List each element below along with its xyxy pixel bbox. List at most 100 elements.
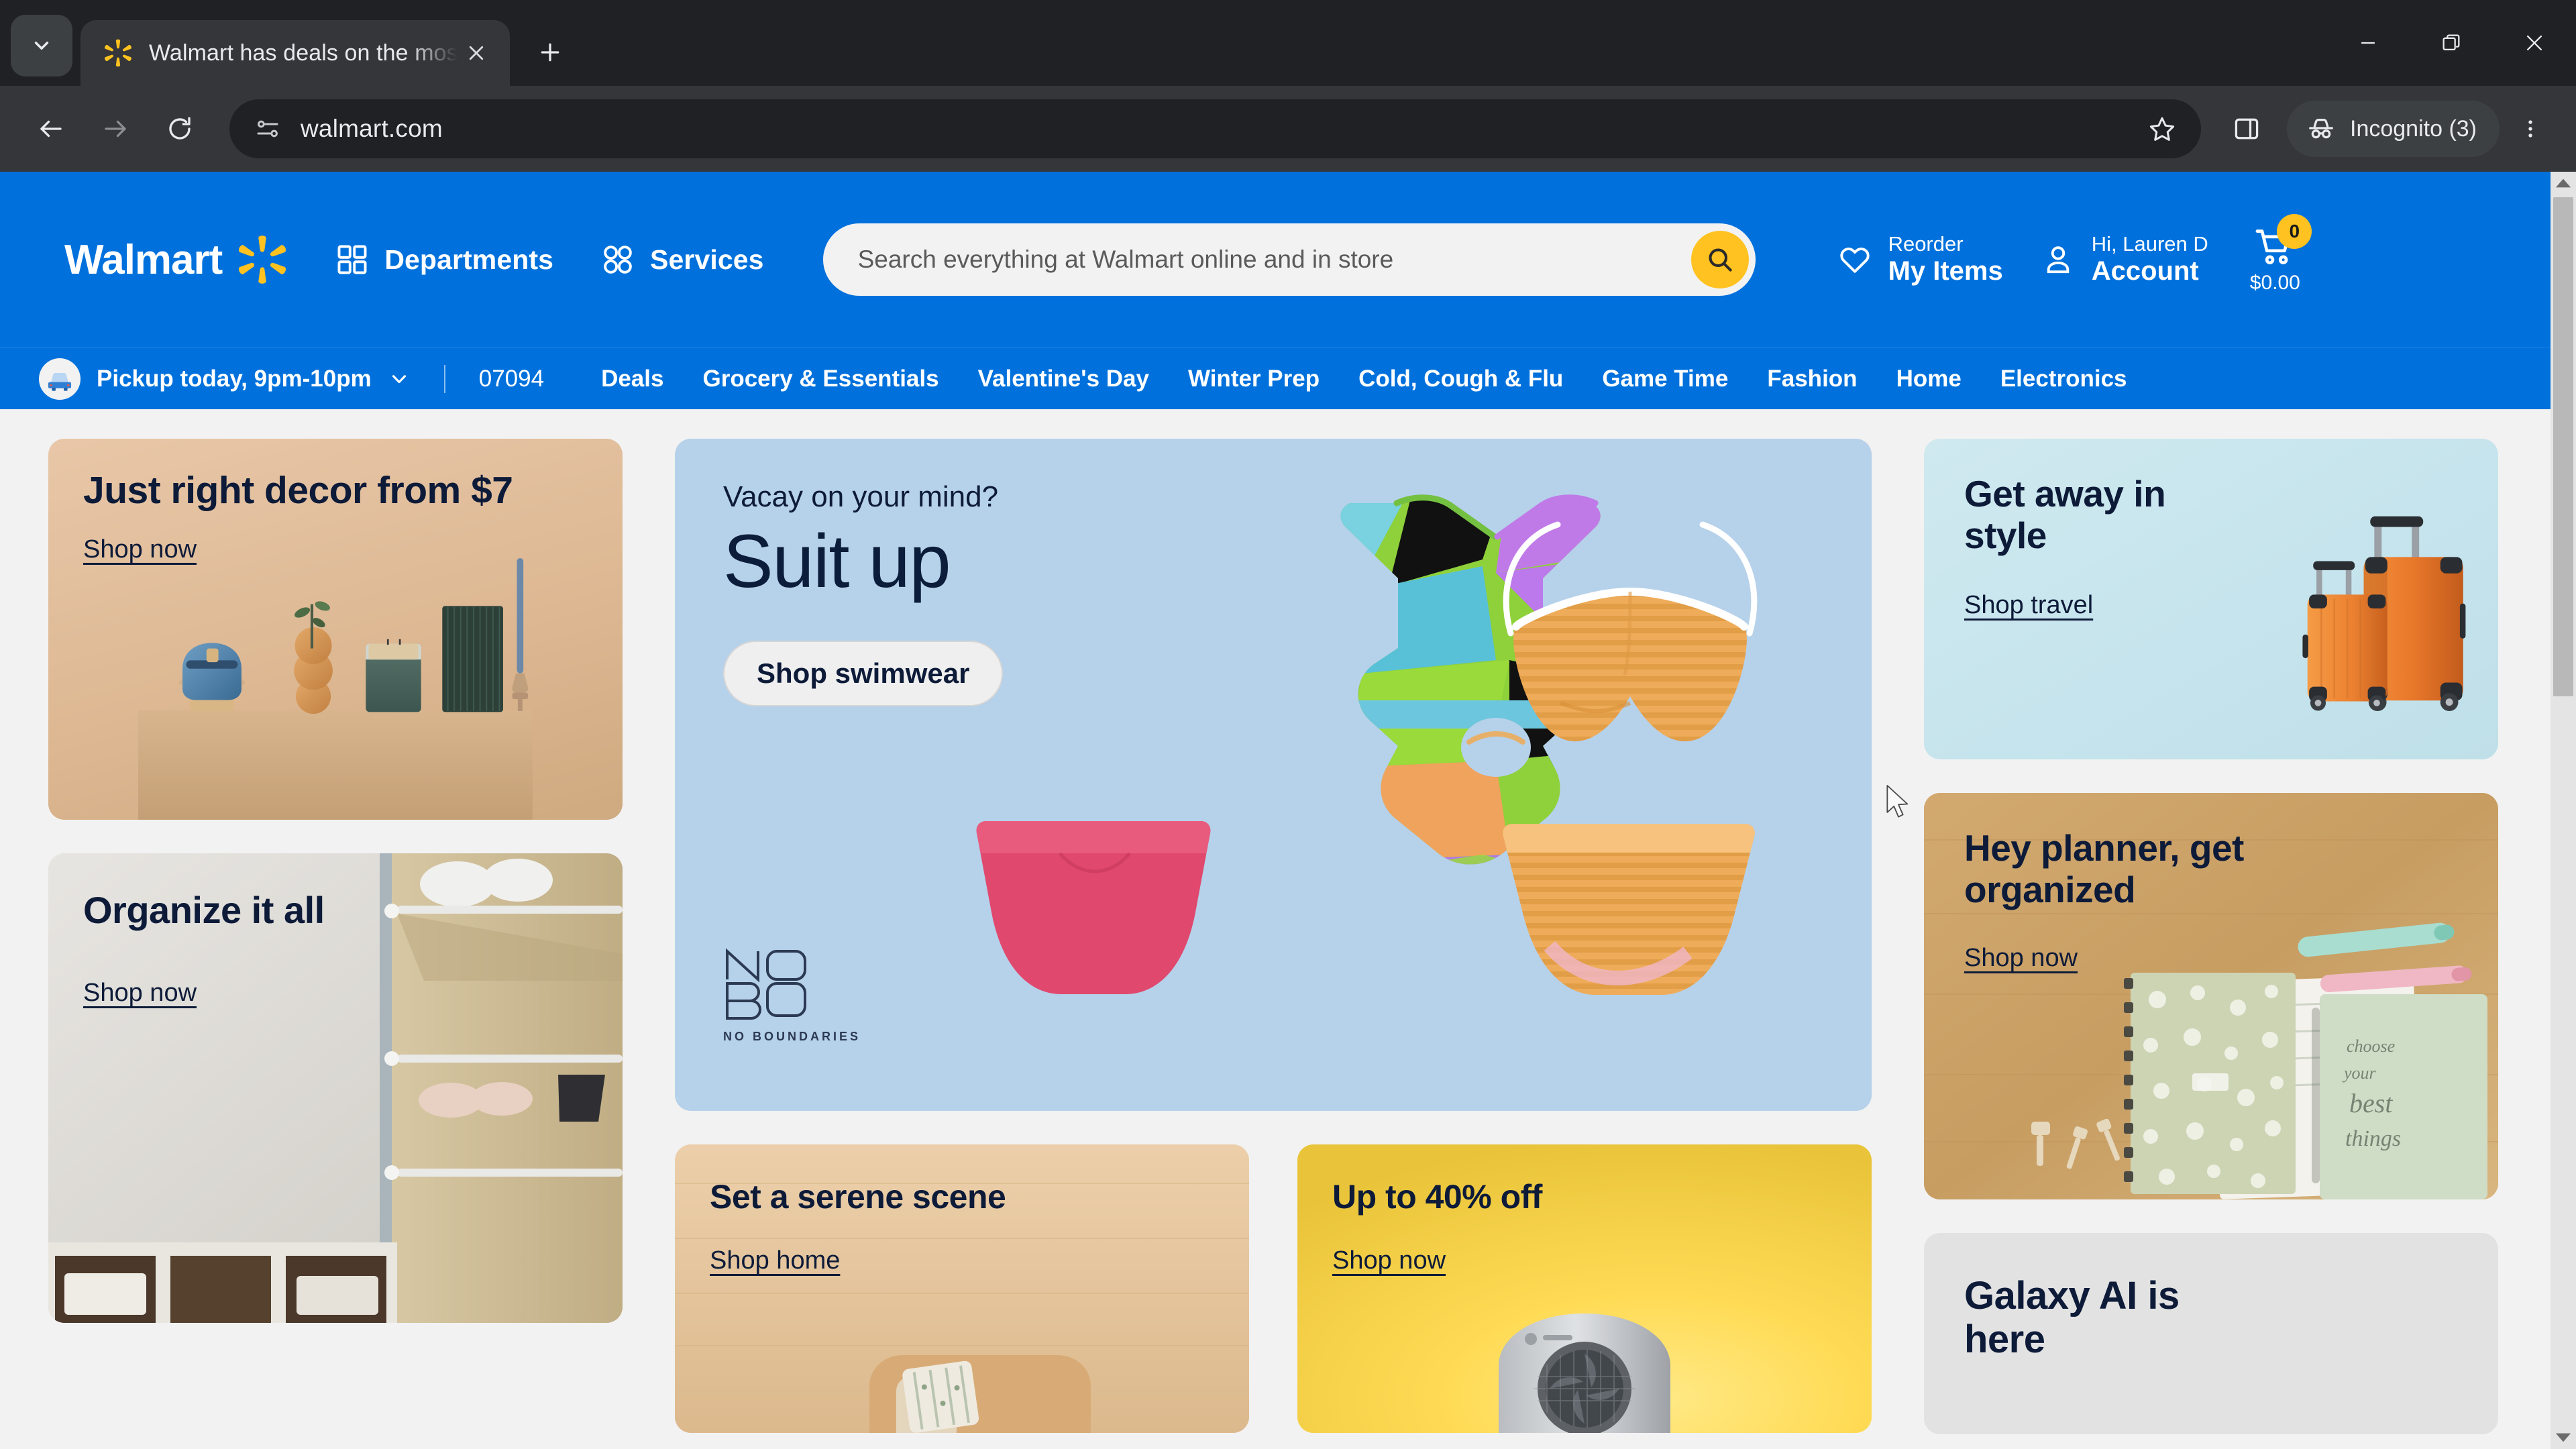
close-icon <box>2526 35 2542 51</box>
scrollbar-thumb[interactable] <box>2553 197 2573 696</box>
arrow-right-icon <box>105 120 126 138</box>
organize-title: Organize it all <box>83 889 325 931</box>
organize-shop-link[interactable]: Shop now <box>83 979 197 1008</box>
page-scrollbar[interactable] <box>2551 172 2576 1449</box>
travel-shop-link[interactable]: Shop travel <box>1964 591 2093 620</box>
person-icon <box>2041 242 2076 277</box>
walmart-spark-icon <box>237 234 288 285</box>
catnav-item-deals[interactable]: Deals <box>582 366 683 392</box>
catnav-item-valentines-day[interactable]: Valentine's Day <box>959 366 1169 392</box>
url-text: walmart.com <box>301 115 443 142</box>
window-controls <box>2326 0 2576 86</box>
browser-window: Walmart has deals on the most walmart.co… <box>0 0 2576 1449</box>
serene-shop-link[interactable]: Shop home <box>710 1246 840 1275</box>
promo-card-organize[interactable]: Organize it all Shop now <box>48 853 623 1323</box>
side-panel-button[interactable] <box>2216 98 2277 160</box>
tab-strip: Walmart has deals on the most <box>0 0 2576 86</box>
search-area: Search everything at Walmart online and … <box>822 223 1756 296</box>
browser-tab[interactable]: Walmart has deals on the most <box>80 20 510 86</box>
galaxy-title: Galaxy AI is here <box>1964 1274 2180 1361</box>
nobo-tagline: NO BOUNDARIES <box>723 1030 861 1043</box>
browser-menu-button[interactable] <box>2504 98 2557 160</box>
reload-button[interactable] <box>148 97 212 161</box>
cart-count-badge: 0 <box>2277 214 2312 249</box>
center-column: Vacay on your mind? Suit up Shop swimwea… <box>675 439 1872 1433</box>
browser-toolbar: walmart.com Incognito (3) <box>0 86 2576 172</box>
page-content: Just right decor from $7 Shop now Organi… <box>0 409 2576 1449</box>
incognito-hat-icon <box>2306 113 2337 144</box>
serene-title: Set a serene scene <box>710 1178 1006 1216</box>
promo-card-serene[interactable]: Set a serene scene Shop home <box>675 1144 1249 1433</box>
incognito-indicator[interactable]: Incognito (3) <box>2287 101 2500 157</box>
catnav-item-fashion[interactable]: Fashion <box>1748 366 1876 392</box>
decor-title: Just right decor from $7 <box>83 469 513 512</box>
grid-squares-icon <box>335 242 370 277</box>
incognito-label: Incognito (3) <box>2350 115 2477 142</box>
reorder-my-items[interactable]: Reorder My Items <box>1837 233 2003 286</box>
services-menu[interactable]: Services <box>600 242 764 277</box>
chevron-down-icon <box>388 368 411 390</box>
hero-headline: Suit up <box>723 519 951 603</box>
account-menu[interactable]: Hi, Lauren D Account <box>2041 233 2208 286</box>
catnav-item-cold-cough-flu[interactable]: Cold, Cough & Flu <box>1339 366 1582 392</box>
chevron-up-icon <box>2555 178 2571 188</box>
new-tab-button[interactable] <box>526 28 574 76</box>
catnav-item-electronics[interactable]: Electronics <box>1981 366 2147 392</box>
catnav-item-game-time[interactable]: Game Time <box>1582 366 1748 392</box>
zip-code[interactable]: 07094 <box>479 366 544 392</box>
catnav-item-grocery-essentials[interactable]: Grocery & Essentials <box>683 366 958 392</box>
pickup-selector[interactable]: Pickup today, 9pm-10pm 07094 <box>39 358 544 400</box>
scroll-up-button[interactable] <box>2551 172 2576 195</box>
bookmark-star-icon[interactable] <box>2141 107 2184 150</box>
search-icon <box>1709 248 1732 272</box>
plus-icon <box>541 43 559 62</box>
back-button[interactable] <box>19 97 83 161</box>
scroll-down-button[interactable] <box>2551 1426 2576 1449</box>
right-column: Get away in style Shop travel choose you… <box>1924 439 2498 1434</box>
catnav-item-home[interactable]: Home <box>1877 366 1981 392</box>
subnav-divider <box>443 364 445 393</box>
svg-text:things: things <box>2345 1126 2401 1151</box>
reorder-label: Reorder <box>1888 232 1964 256</box>
four-circles-icon <box>600 242 635 277</box>
heart-icon <box>1837 242 1872 277</box>
promo-card-galaxy[interactable]: Galaxy AI is here <box>1924 1233 2498 1434</box>
center-bottom-row: Set a serene scene Shop home Up to 40% o… <box>675 1144 1872 1433</box>
svg-text:choose: choose <box>2347 1036 2395 1056</box>
svg-text:best: best <box>2349 1088 2393 1118</box>
minimize-button[interactable] <box>2326 0 2410 86</box>
side-panel-icon <box>2235 118 2259 140</box>
account-greeting: Hi, Lauren D <box>2091 232 2208 256</box>
tab-close-icon[interactable] <box>458 34 495 72</box>
reload-icon <box>169 117 191 140</box>
planner-title: Hey planner, get organized <box>1964 827 2244 910</box>
tune-settings-icon[interactable] <box>250 111 286 147</box>
account-label: Account <box>2091 256 2199 286</box>
maximize-restore-button[interactable] <box>2410 0 2493 86</box>
walmart-spark-icon <box>103 38 133 68</box>
close-window-button[interactable] <box>2493 0 2576 86</box>
services-label: Services <box>650 244 764 275</box>
address-bar[interactable]: walmart.com <box>229 99 2201 158</box>
forward-button[interactable] <box>83 97 148 161</box>
promo-card-planner[interactable]: choose your best things Hey planner, get… <box>1924 793 2498 1199</box>
page-viewport: Walmart Departments Services Search ever… <box>0 172 2576 1449</box>
promo-grid: Just right decor from $7 Shop now Organi… <box>0 439 2576 1434</box>
departments-menu[interactable]: Departments <box>335 242 553 277</box>
decor-image <box>138 558 533 820</box>
promo-card-decor[interactable]: Just right decor from $7 Shop now <box>48 439 623 820</box>
sale-shop-link[interactable]: Shop now <box>1332 1246 1446 1275</box>
search-submit-button[interactable] <box>1690 231 1749 288</box>
walmart-logo[interactable]: Walmart <box>64 234 288 285</box>
catnav-item-winter-prep[interactable]: Winter Prep <box>1169 366 1339 392</box>
search-bar[interactable]: Search everything at Walmart online and … <box>822 223 1756 296</box>
search-input[interactable]: Search everything at Walmart online and … <box>858 246 1691 274</box>
promo-card-swimwear-hero[interactable]: Vacay on your mind? Suit up Shop swimwea… <box>675 439 1872 1111</box>
planner-shop-link[interactable]: Shop now <box>1964 944 2078 973</box>
travel-title: Get away in style <box>1964 473 2166 556</box>
tab-search-button[interactable] <box>11 15 72 76</box>
shop-swimwear-button[interactable]: Shop swimwear <box>723 640 1004 706</box>
promo-card-sale[interactable]: Up to 40% off Shop now <box>1297 1144 1872 1433</box>
promo-card-travel[interactable]: Get away in style Shop travel <box>1924 439 2498 759</box>
cart-button[interactable]: 0 $0.00 <box>2250 214 2312 294</box>
